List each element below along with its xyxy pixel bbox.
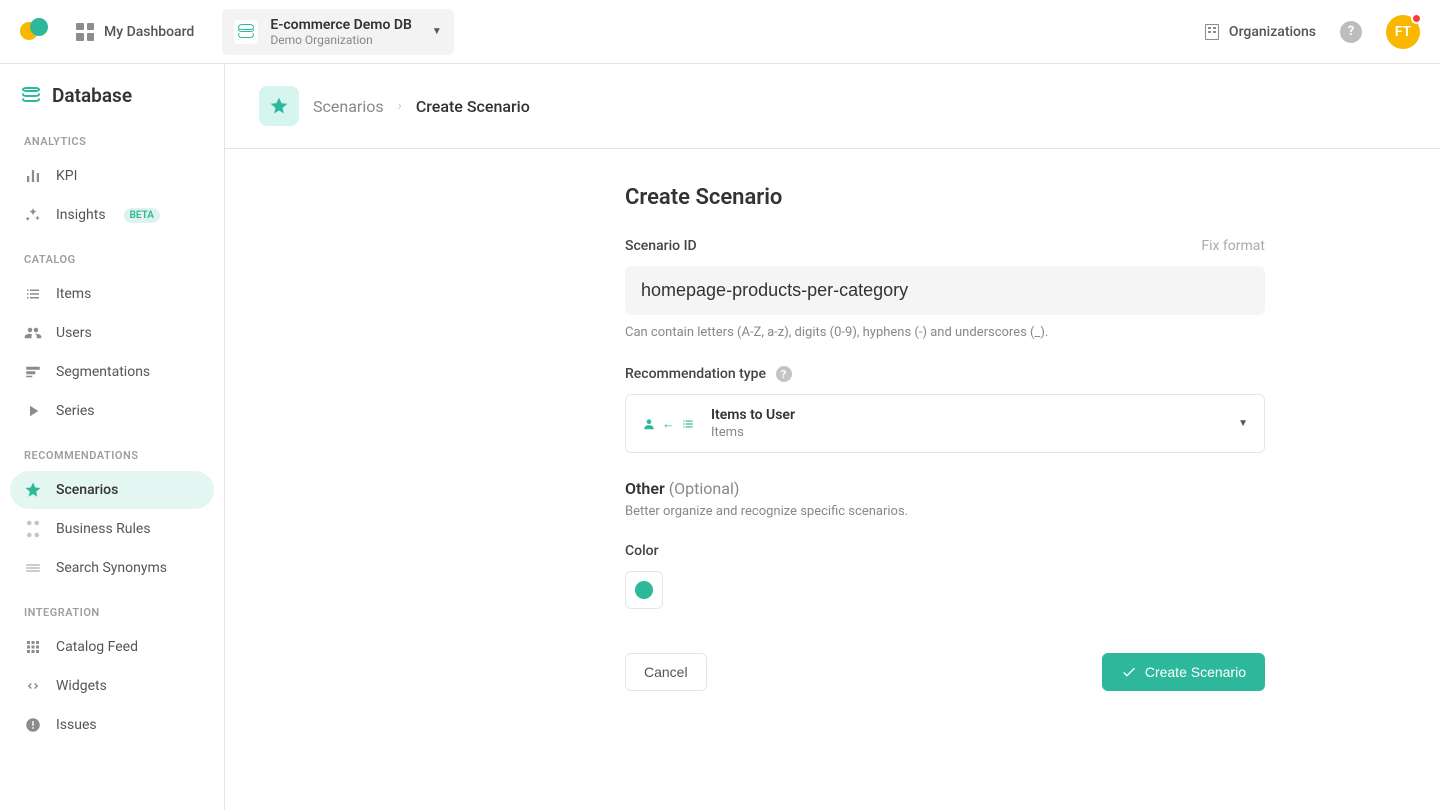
my-dashboard-link[interactable]: My Dashboard <box>76 23 194 41</box>
insights-icon <box>24 206 42 224</box>
sidebar-section-analytics: ANALYTICS <box>0 117 224 156</box>
sidebar-item-label: Users <box>56 325 92 341</box>
notification-dot-icon <box>1411 13 1422 24</box>
sidebar-item-label: Widgets <box>56 678 107 694</box>
scenario-icon <box>259 86 299 126</box>
database-icon <box>234 20 258 44</box>
database-icon <box>22 89 40 103</box>
sidebar-item-scenarios[interactable]: Scenarios <box>10 471 214 509</box>
db-org-name: Demo Organization <box>270 33 412 47</box>
rec-selected-title: Items to User <box>711 407 795 423</box>
sidebar-item-kpi[interactable]: KPI <box>10 157 214 195</box>
sidebar-item-items[interactable]: Items <box>10 275 214 313</box>
bar-chart-icon <box>24 167 42 185</box>
synonyms-icon <box>24 559 42 577</box>
sidebar-section-recommendations: RECOMMENDATIONS <box>0 431 224 470</box>
rec-type-label: Recommendation type <box>625 366 766 382</box>
code-icon <box>24 677 42 695</box>
play-icon <box>24 402 42 420</box>
rules-icon <box>24 520 42 538</box>
sidebar: Database ANALYTICS KPI Insights BETA CAT… <box>0 64 225 810</box>
help-icon[interactable]: ? <box>776 366 792 382</box>
color-swatch-dot <box>635 581 653 599</box>
check-icon <box>1121 664 1137 680</box>
scenario-id-input[interactable] <box>625 266 1265 315</box>
beta-badge: BETA <box>124 208 160 223</box>
sidebar-item-widgets[interactable]: Widgets <box>10 667 214 705</box>
sidebar-item-label: Segmentations <box>56 364 150 380</box>
sidebar-item-label: Insights <box>56 207 106 223</box>
grid-icon <box>24 638 42 656</box>
sidebar-item-series[interactable]: Series <box>10 392 214 430</box>
sidebar-item-label: Business Rules <box>56 521 151 537</box>
logo-icon[interactable] <box>20 18 48 46</box>
sidebar-title: Database <box>0 84 224 117</box>
sidebar-section-catalog: CATALOG <box>0 235 224 274</box>
sidebar-item-insights[interactable]: Insights BETA <box>10 196 214 234</box>
sidebar-section-integration: INTEGRATION <box>0 588 224 627</box>
dashboard-icon <box>76 23 94 41</box>
sidebar-item-label: Catalog Feed <box>56 639 138 655</box>
star-icon <box>24 481 42 499</box>
breadcrumb-current: Create Scenario <box>416 97 530 116</box>
avatar[interactable]: FT <box>1386 15 1420 49</box>
items-to-user-icon: ← <box>642 416 695 432</box>
rec-type-select[interactable]: ← Items to User Items ▼ <box>625 394 1265 453</box>
breadcrumb-scenarios[interactable]: Scenarios <box>313 97 384 116</box>
organizations-label: Organizations <box>1229 24 1316 40</box>
list-icon <box>24 285 42 303</box>
fix-format-link[interactable]: Fix format <box>1201 238 1265 254</box>
chevron-down-icon: ▼ <box>432 26 442 37</box>
db-name: E-commerce Demo DB <box>270 17 412 33</box>
building-icon <box>1205 24 1219 40</box>
help-icon[interactable]: ? <box>1340 21 1362 43</box>
organizations-link[interactable]: Organizations <box>1205 24 1316 40</box>
sidebar-item-label: KPI <box>56 168 77 184</box>
sidebar-item-issues[interactable]: Issues <box>10 706 214 744</box>
database-selector[interactable]: E-commerce Demo DB Demo Organization ▼ <box>222 9 453 55</box>
other-section-title: Other (Optional) <box>625 479 1265 498</box>
segmentation-icon <box>24 363 42 381</box>
alert-icon <box>24 716 42 734</box>
users-icon <box>24 324 42 342</box>
my-dashboard-label: My Dashboard <box>104 24 194 40</box>
sidebar-item-label: Series <box>56 403 95 419</box>
create-scenario-button[interactable]: Create Scenario <box>1102 653 1265 691</box>
sidebar-item-catalog-feed[interactable]: Catalog Feed <box>10 628 214 666</box>
chevron-right-icon: › <box>398 98 402 114</box>
page-title: Create Scenario <box>625 185 1265 210</box>
sidebar-item-label: Scenarios <box>56 482 118 498</box>
sidebar-item-business-rules[interactable]: Business Rules <box>10 510 214 548</box>
sidebar-item-label: Issues <box>56 717 97 733</box>
sidebar-item-label: Items <box>56 286 91 302</box>
sidebar-item-search-synonyms[interactable]: Search Synonyms <box>10 549 214 587</box>
sidebar-item-users[interactable]: Users <box>10 314 214 352</box>
color-picker[interactable] <box>625 571 663 609</box>
cancel-button[interactable]: Cancel <box>625 653 707 691</box>
color-label: Color <box>625 543 1265 559</box>
breadcrumb: Scenarios › Create Scenario <box>225 64 1440 149</box>
scenario-id-label: Scenario ID <box>625 238 697 254</box>
rec-selected-subtitle: Items <box>711 425 795 440</box>
avatar-initials: FT <box>1395 24 1411 40</box>
scenario-id-hint: Can contain letters (A-Z, a-z), digits (… <box>625 325 1265 340</box>
sidebar-item-label: Search Synonyms <box>56 560 167 576</box>
other-section-sub: Better organize and recognize specific s… <box>625 504 1265 519</box>
sidebar-item-segmentations[interactable]: Segmentations <box>10 353 214 391</box>
chevron-down-icon: ▼ <box>1238 418 1248 429</box>
